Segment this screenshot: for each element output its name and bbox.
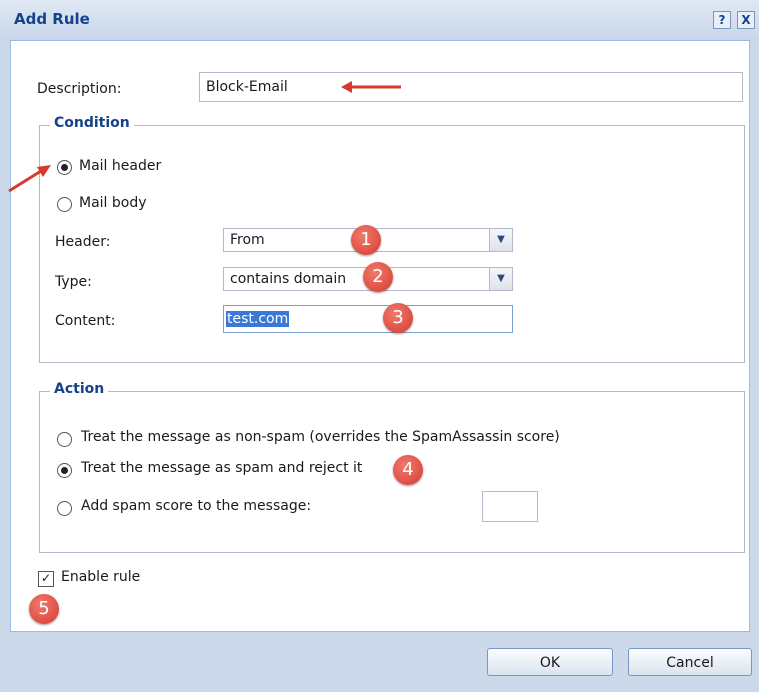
type-select-value: contains domain <box>230 271 347 287</box>
action-add-score-radio[interactable] <box>57 501 72 516</box>
chevron-down-icon[interactable]: ▼ <box>489 268 512 290</box>
condition-legend: Condition <box>50 115 134 131</box>
enable-rule-label: Enable rule <box>61 569 141 585</box>
content-input[interactable]: test.com <box>223 305 513 333</box>
close-icon[interactable]: X <box>737 11 755 29</box>
mail-header-radio[interactable] <box>57 160 72 175</box>
mail-body-radio[interactable] <box>57 197 72 212</box>
help-icon[interactable]: ? <box>713 11 731 29</box>
header-select-value: From <box>230 232 265 248</box>
chevron-down-icon[interactable]: ▼ <box>489 229 512 251</box>
action-spam-reject-label: Treat the message as spam and reject it <box>81 460 363 476</box>
cancel-button[interactable]: Cancel <box>628 648 752 676</box>
dialog-title: Add Rule <box>14 10 90 28</box>
dialog-body: Description: Block-Email Condition Mail … <box>8 40 750 632</box>
action-add-score-label: Add spam score to the message: <box>81 498 312 514</box>
type-label: Type: <box>55 274 92 290</box>
dialog-footer: OK Cancel <box>0 632 759 692</box>
annotation-badge-4: 4 <box>393 455 423 485</box>
description-input[interactable]: Block-Email <box>199 72 743 102</box>
content-value: test.com <box>226 311 290 327</box>
annotation-badge-3: 3 <box>383 303 413 333</box>
title-bar: Add Rule ? X <box>0 0 759 40</box>
annotation-badge-5: 5 <box>29 594 59 624</box>
header-label: Header: <box>55 234 111 250</box>
arrow-annotation-icon <box>8 165 51 193</box>
description-value: Block-Email <box>206 79 288 95</box>
description-label: Description: <box>37 81 122 97</box>
mail-header-label: Mail header <box>79 158 162 174</box>
spam-score-input[interactable] <box>482 491 538 522</box>
arrow-annotation-icon <box>341 81 401 93</box>
ok-button[interactable]: OK <box>487 648 613 676</box>
annotation-badge-1: 1 <box>351 225 381 255</box>
action-non-spam-radio[interactable] <box>57 432 72 447</box>
mail-body-label: Mail body <box>79 195 147 211</box>
annotation-badge-2: 2 <box>363 262 393 292</box>
action-non-spam-label: Treat the message as non-spam (overrides… <box>81 429 560 445</box>
enable-rule-checkbox[interactable]: ✓ <box>38 571 54 587</box>
action-spam-reject-radio[interactable] <box>57 463 72 478</box>
action-legend: Action <box>50 381 109 397</box>
add-rule-dialog: Add Rule ? X Description: Block-Email Co… <box>0 0 759 692</box>
content-label: Content: <box>55 313 116 329</box>
